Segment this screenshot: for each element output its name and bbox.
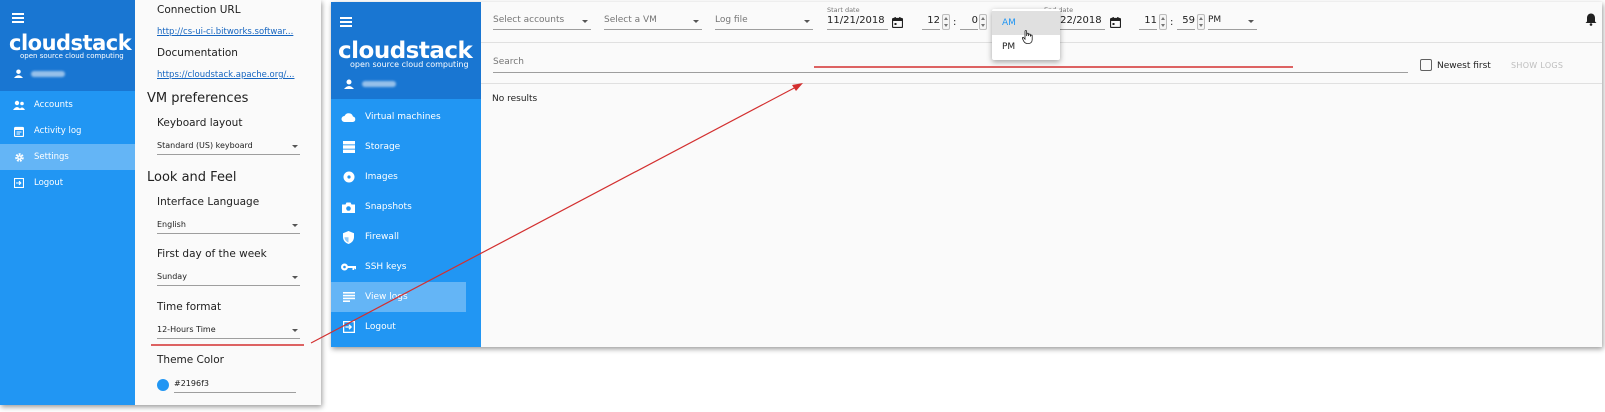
annotation-arrowhead [792, 83, 803, 91]
annotation-arrow-line [310, 85, 799, 344]
annotation-layer [151, 66, 1293, 346]
